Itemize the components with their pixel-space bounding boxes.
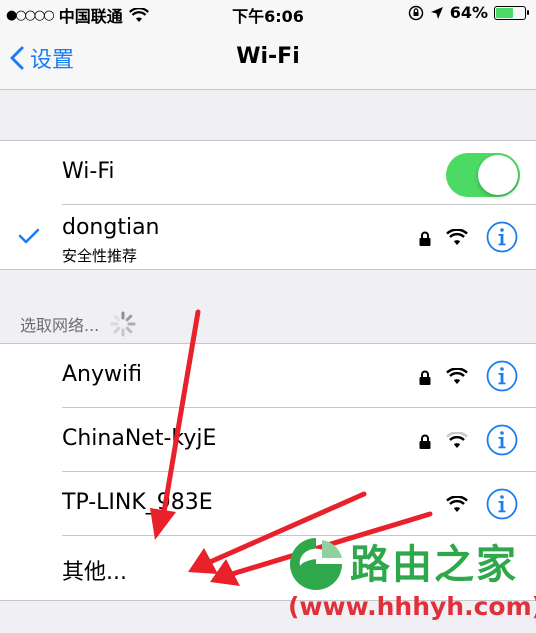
location-arrow-icon — [430, 6, 443, 19]
lock-icon — [419, 231, 431, 246]
orientation-lock-icon — [408, 5, 423, 20]
toggle-knob — [478, 155, 518, 195]
network-row-anywifi[interactable]: Anywifi — [0, 344, 536, 408]
info-icon[interactable] — [486, 221, 518, 253]
battery-percent: 64% — [449, 3, 488, 22]
choose-network-label: 选取网络... — [20, 316, 100, 335]
battery-level-fill — [496, 7, 514, 18]
network-name: ChinaNet-kyjE — [62, 426, 217, 451]
connected-network-row[interactable]: dongtian 安全性推荐 — [0, 205, 536, 269]
navigation-bar: 设置 Wi-Fi — [0, 26, 536, 90]
info-icon[interactable] — [486, 488, 518, 520]
network-row-tp-link[interactable]: TP-LINK_983E — [0, 472, 536, 536]
wifi-toggle-row: Wi-Fi — [0, 141, 536, 205]
status-right: 64% — [408, 3, 529, 22]
network-subtitle: 安全性推荐 — [62, 247, 138, 265]
choose-network-header: 选取网络... — [20, 310, 137, 338]
network-name: Anywifi — [62, 362, 142, 387]
wifi-group: Wi-Fi dongtian 安全性推荐 — [0, 140, 536, 270]
wifi-toggle-switch[interactable] — [446, 153, 520, 197]
watermark-title: 路由之家 — [350, 542, 518, 588]
battery-icon — [494, 5, 529, 20]
wifi-signal-icon — [446, 496, 468, 512]
info-icon[interactable] — [486, 424, 518, 456]
page-title: Wi-Fi — [236, 44, 300, 69]
wifi-signal-icon — [446, 368, 468, 384]
activity-spinner-icon — [110, 311, 136, 337]
lock-icon — [419, 434, 431, 449]
wifi-toggle-label: Wi-Fi — [62, 159, 115, 184]
wifi-signal-icon — [446, 229, 468, 245]
network-row-chinanet[interactable]: ChinaNet-kyjE — [0, 408, 536, 472]
watermark: 路由之家 (www.hhhyh.com) — [284, 528, 536, 633]
network-name: TP-LINK_983E — [62, 490, 213, 515]
info-icon[interactable] — [486, 360, 518, 392]
other-network-label: 其他... — [62, 560, 127, 585]
lock-icon — [419, 370, 431, 385]
checkmark-icon — [18, 228, 40, 244]
router-home-logo-icon — [290, 538, 342, 590]
network-name: dongtian — [62, 215, 160, 240]
status-bar: ●○○○○ 中国联通 下午6:06 64% — [0, 0, 536, 26]
wifi-signal-icon — [446, 432, 468, 448]
watermark-url: (www.hhhyh.com) — [288, 592, 536, 621]
